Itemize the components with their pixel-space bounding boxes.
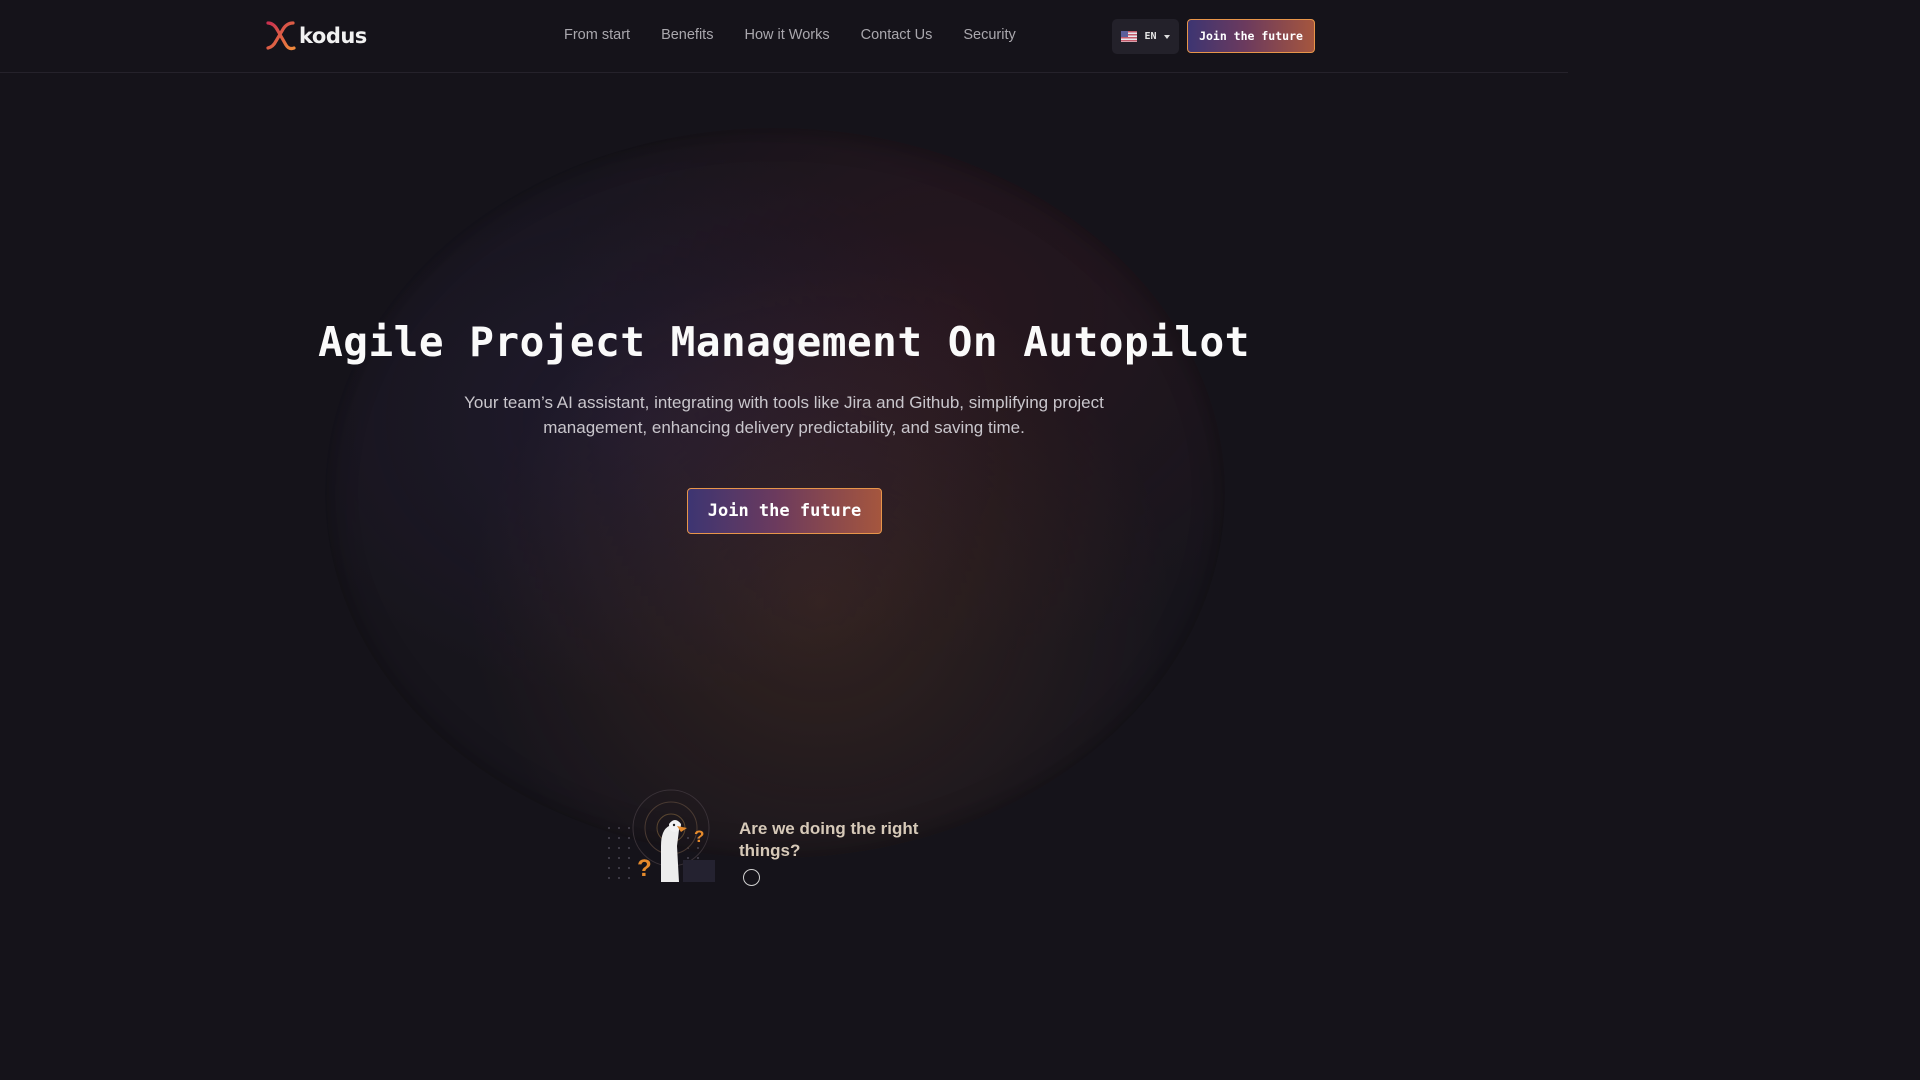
kodus-logo-icon [266,21,296,51]
goose-illustration: ? ? [603,786,718,882]
nav-link-benefits[interactable]: Benefits [661,27,713,43]
header-join-button[interactable]: Join the future [1187,19,1315,53]
brand-name: kodus [299,23,367,48]
hero-subtitle: Your team’s AI assistant, integrating wi… [464,393,1104,437]
nav-link-from-start[interactable]: From start [564,27,630,43]
svg-text:?: ? [694,827,704,846]
chevron-down-icon [1163,34,1170,39]
svg-text:?: ? [637,855,652,882]
nav-link-security[interactable]: Security [963,27,1015,43]
hero-title: Agile Project Management On Autopilot [318,318,1250,366]
info-icon [743,869,760,886]
top-navbar: kodus From start Benefits How it Works C… [0,0,1568,73]
us-flag-icon [1121,31,1138,42]
language-code: EN [1144,31,1157,42]
nav-link-contact-us[interactable]: Contact Us [861,27,933,43]
hero-join-button[interactable]: Join the future [687,488,882,534]
brand-logo[interactable]: kodus [264,19,367,52]
main-nav: From start Benefits How it Works Contact… [564,27,1016,43]
feature-title: Are we doing the right things? [739,819,919,860]
language-selector[interactable]: EN [1112,19,1179,54]
nav-link-how-it-works[interactable]: How it Works [744,27,829,43]
